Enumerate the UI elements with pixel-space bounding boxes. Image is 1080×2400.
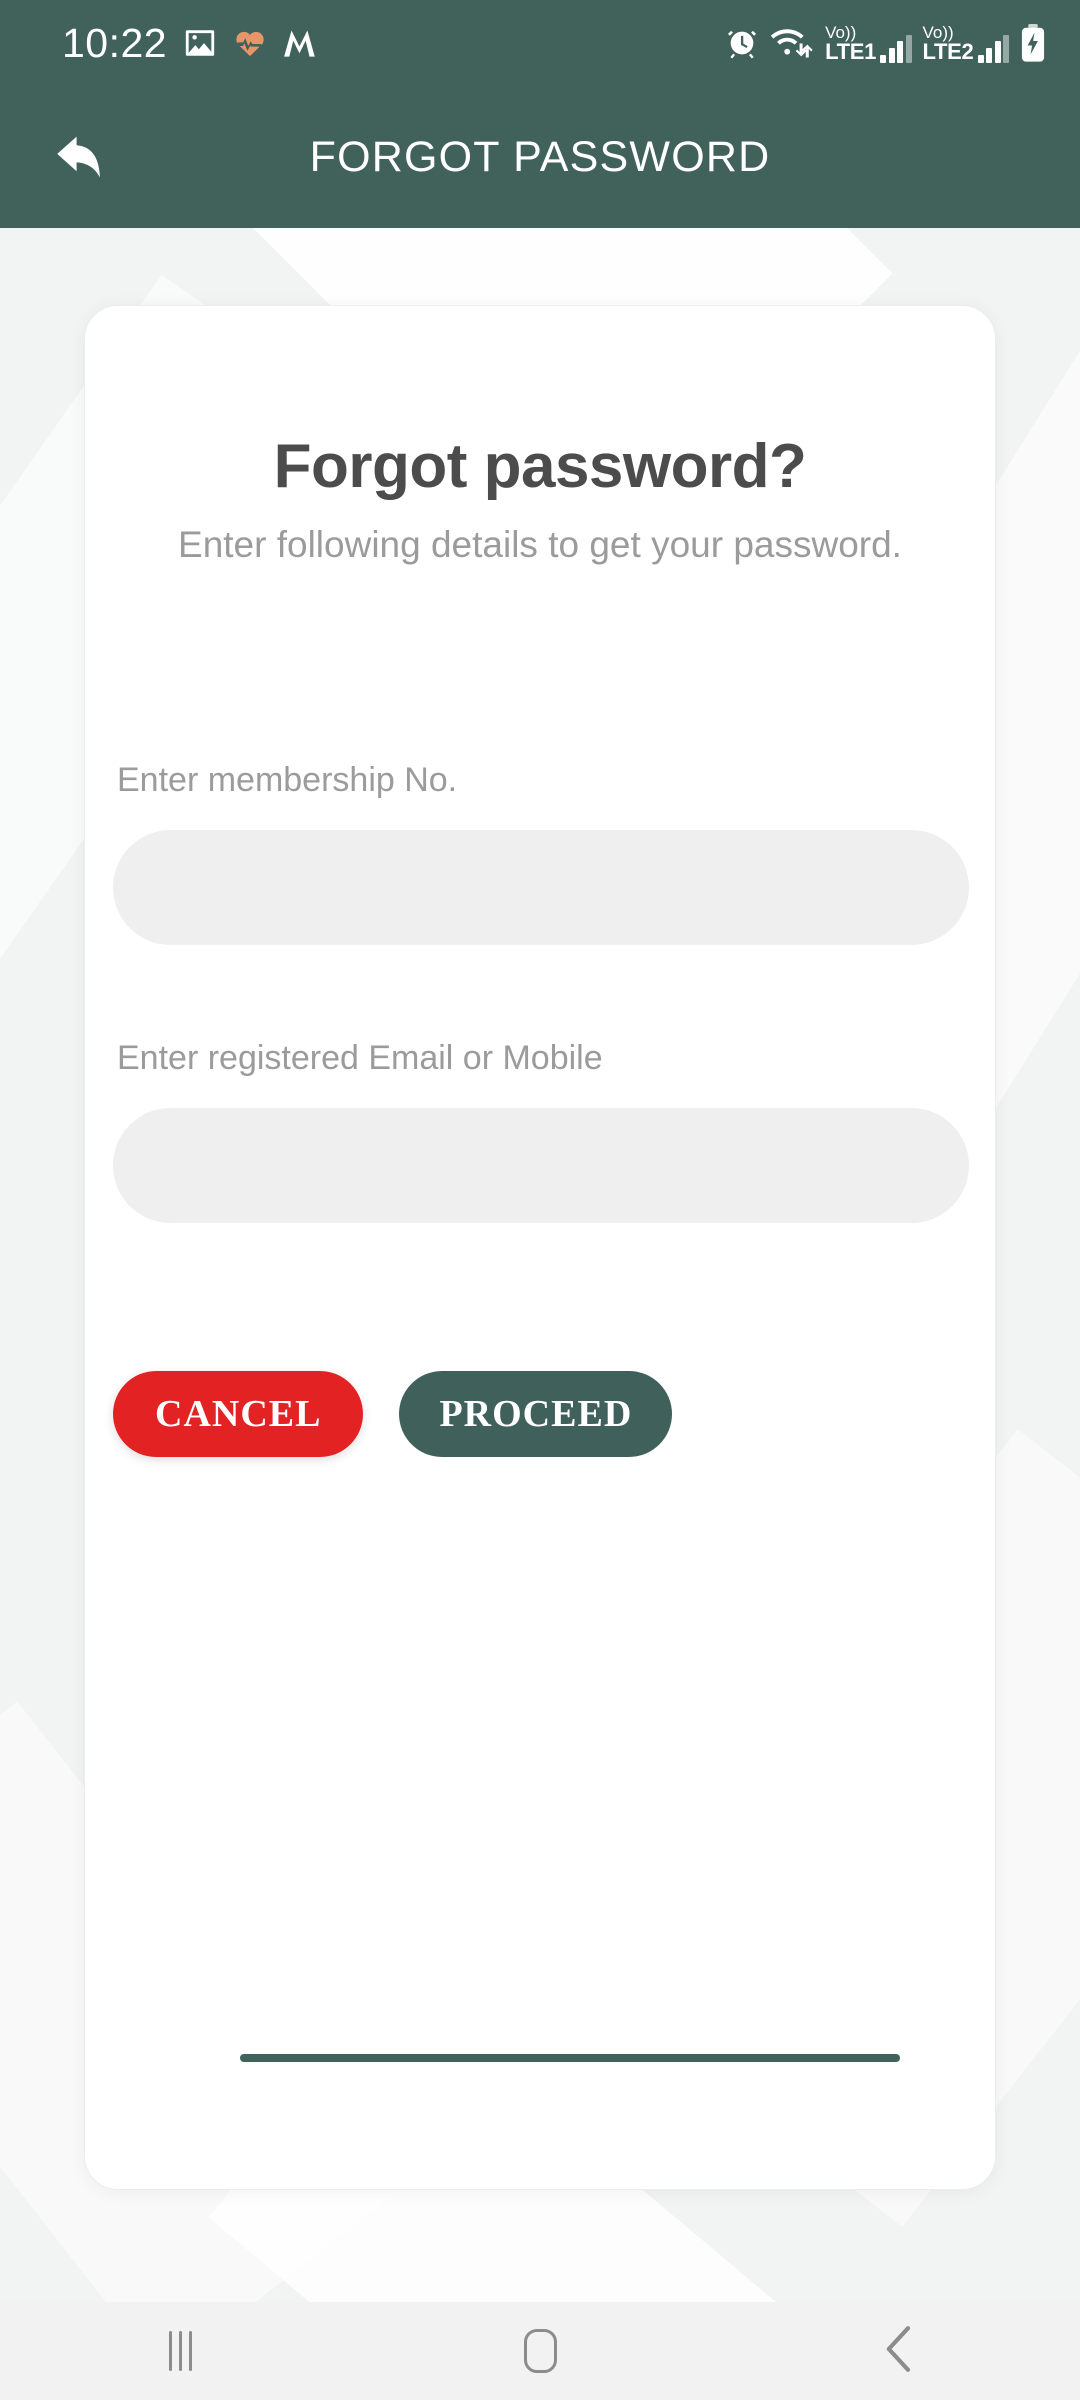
battery-charging-icon [1020, 24, 1046, 62]
alarm-icon [725, 26, 759, 60]
status-bar-clock: 10:22 [62, 19, 168, 66]
system-nav-bar [0, 2302, 1080, 2400]
page-title: FORGOT PASSWORD [309, 132, 771, 181]
membership-input[interactable] [113, 830, 969, 945]
sim2-network-label: LTE2 [922, 38, 974, 64]
sim2-signal-bars-icon [977, 34, 1009, 63]
sim1-volte-label: Vo)) [825, 22, 857, 42]
sim1-indicator: Vo)) LTE1 [825, 22, 912, 64]
email-mobile-field-label: Enter registered Email or Mobile [117, 1039, 603, 1077]
status-bar-right: Vo)) LTE1 Vo)) LTE2 [725, 24, 1046, 63]
home-icon [523, 2329, 557, 2373]
image-icon [183, 26, 217, 60]
back-arrow-icon[interactable] [24, 111, 116, 203]
cancel-button[interactable]: CANCEL [113, 1371, 364, 1457]
forgot-password-card: Forgot password? Enter following details… [84, 305, 996, 2190]
sim2-volte-label: Vo)) [922, 22, 954, 42]
wifi-icon [770, 26, 814, 60]
back-chevron-icon [883, 2325, 917, 2378]
action-buttons: CANCEL PROCEED [113, 1371, 673, 1457]
sim1-network-label: LTE1 [825, 38, 877, 64]
card-title: Forgot password? [273, 432, 807, 501]
card-subtitle: Enter following details to get your pass… [178, 524, 902, 565]
heart-pulse-icon [233, 26, 267, 60]
sim1-signal-bars-icon [880, 34, 912, 63]
bottom-divider [240, 2054, 900, 2062]
membership-field-group: Enter membership No. [113, 761, 969, 945]
recents-icon [168, 2331, 192, 2371]
email-mobile-input[interactable] [113, 1108, 969, 1223]
phone-screen: 10:22 Vo)) LTE1 Vo)) LTE2 FORGOT PASSWOR… [0, 0, 1080, 2400]
membership-field-label: Enter membership No. [117, 761, 458, 799]
nav-back-button[interactable] [810, 2302, 990, 2400]
sim2-indicator: Vo)) LTE2 [923, 24, 1009, 63]
status-bar: 10:22 Vo)) LTE1 Vo)) LTE2 [0, 0, 1080, 86]
app-bar: FORGOT PASSWORD [0, 86, 1080, 228]
status-bar-left: 10:22 [62, 19, 317, 66]
m-logo-icon [283, 28, 317, 58]
nav-home-button[interactable] [450, 2302, 630, 2400]
email-mobile-field-group: Enter registered Email or Mobile [113, 1039, 969, 1223]
nav-recents-button[interactable] [90, 2302, 270, 2400]
proceed-button[interactable]: PROCEED [399, 1371, 673, 1457]
